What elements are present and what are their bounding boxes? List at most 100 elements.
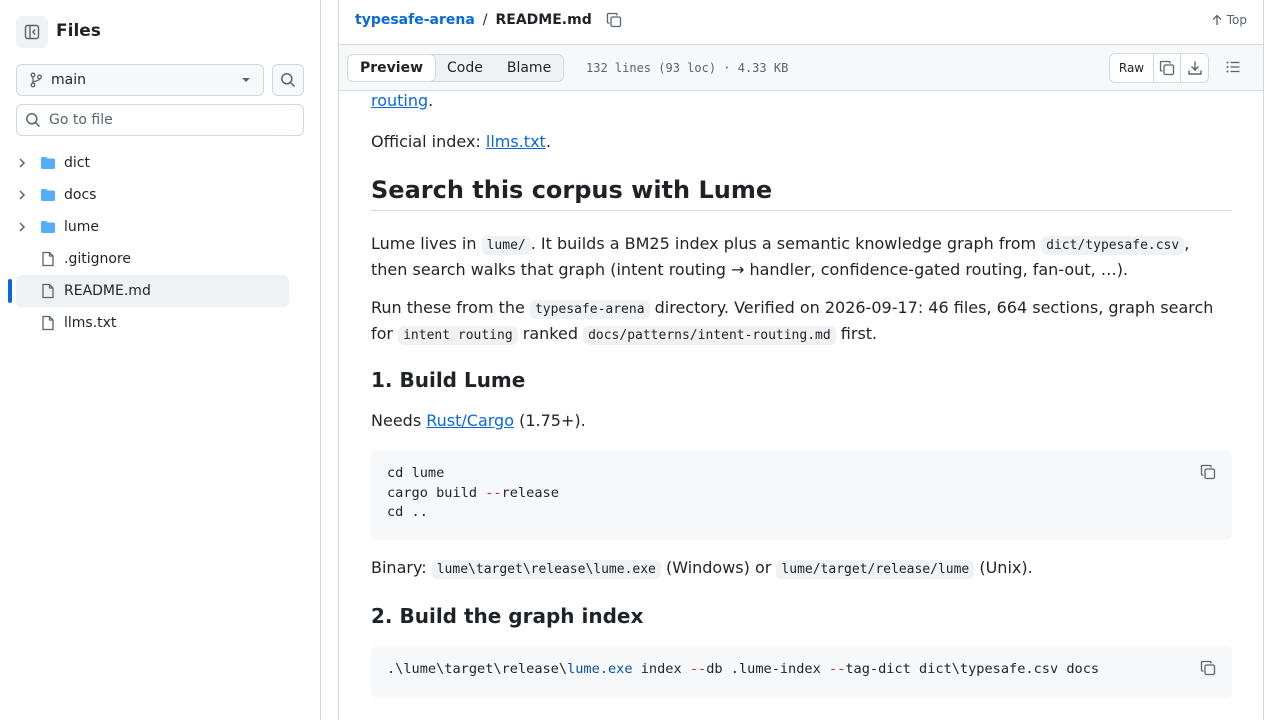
collapse-sidebar-button[interactable]: [16, 16, 48, 48]
inline-code: docs/patterns/intent-routing.md: [583, 326, 836, 345]
punctuation: .: [545, 132, 551, 151]
official-index-paragraph: Official index: llms.txt.: [371, 130, 551, 154]
breadcrumb-file: README.md: [495, 12, 592, 28]
code-token: index: [632, 661, 690, 677]
code-block-index: .\lume\target\release\lume.exe index --d…: [371, 646, 1232, 698]
code-line: cd lume: [387, 465, 445, 481]
copy-code-button[interactable]: [1200, 464, 1216, 487]
text: Needs: [371, 411, 427, 430]
breadcrumb: typesafe-arena / README.md: [355, 12, 622, 28]
llms-txt-link[interactable]: llms.txt: [486, 132, 546, 151]
list-unordered-icon: [1226, 61, 1240, 73]
sidebar-collapse-icon: [24, 24, 40, 40]
inline-code: typesafe-arena: [529, 300, 650, 319]
text: directory. Verified on 2026-09-17: 46 fi…: [649, 298, 1214, 317]
copy-icon: [1200, 464, 1216, 480]
search-files-button[interactable]: [272, 64, 304, 96]
subheading-build-graph-index: 2. Build the graph index: [371, 604, 644, 628]
readme-content: routing. Official index: llms.txt. Searc…: [371, 91, 1232, 720]
branch-name: main: [51, 72, 86, 88]
text: (1.75+).: [514, 411, 586, 430]
code-block-build: cd lume cargo build --release cd ..: [371, 450, 1232, 540]
folder-icon: [41, 157, 55, 169]
tree-item-label: dict: [64, 155, 90, 171]
tree-item-llms[interactable]: llms.txt: [0, 307, 321, 339]
text: Run these from the: [371, 298, 530, 317]
code-token: cargo build: [387, 484, 486, 501]
tree-item-gitignore[interactable]: .gitignore: [0, 243, 321, 275]
subheading-build-lume: 1. Build Lume: [371, 368, 526, 392]
copy-code-button[interactable]: [1200, 660, 1216, 683]
tree-item-label: .gitignore: [64, 251, 131, 267]
text: Official index:: [371, 132, 486, 151]
inline-code: lume/: [481, 236, 531, 255]
git-branch-icon: [30, 72, 42, 88]
chevron-right-icon[interactable]: [18, 157, 26, 169]
inline-code: intent routing: [398, 326, 518, 345]
tree-item-label: docs: [64, 187, 97, 203]
section-heading: Search this corpus with Lume: [371, 178, 1232, 211]
tree-item-label: llms.txt: [64, 315, 117, 331]
inline-code: lume\target\release\lume.exe: [431, 560, 661, 579]
text: first.: [835, 324, 878, 343]
tab-blame[interactable]: Blame: [495, 55, 563, 81]
text: . It builds a BM25 index plus a semantic…: [530, 234, 1042, 253]
folder-icon: [41, 189, 55, 201]
breadcrumb-separator: /: [482, 12, 488, 28]
branch-selector[interactable]: main: [16, 64, 264, 96]
code-token: --: [828, 661, 846, 677]
tree-item-docs[interactable]: docs: [0, 179, 321, 211]
tab-preview[interactable]: Preview: [347, 54, 437, 82]
outline-button[interactable]: [1225, 59, 1241, 79]
code-line: cd ..: [387, 504, 428, 520]
file-icon: [42, 283, 54, 299]
file-info: 132 lines (93 loc) · 4.33 KB: [586, 61, 789, 75]
file-tree: dict docs lume .gitignore README.md llms…: [0, 147, 321, 339]
tree-item-dict[interactable]: dict: [0, 147, 321, 179]
rust-cargo-link[interactable]: Rust/Cargo: [426, 411, 514, 430]
file-icon: [42, 315, 54, 331]
raw-button[interactable]: Raw: [1110, 54, 1154, 82]
text: ,: [1184, 234, 1190, 253]
text: for: [371, 324, 399, 343]
paragraph-lume-intro: Lume lives in lume/. It builds a BM25 in…: [371, 232, 1189, 282]
download-button[interactable]: [1181, 54, 1208, 82]
routing-link[interactable]: routing: [371, 91, 428, 110]
tree-item-readme[interactable]: README.md: [16, 275, 289, 307]
go-to-file-input[interactable]: [49, 112, 289, 128]
copy-path-button[interactable]: [606, 12, 622, 28]
text: ranked: [517, 324, 584, 343]
file-tree-sidebar: Files main dict docs lume .gitignore: [0, 0, 321, 720]
text: Lume lives in: [371, 234, 482, 253]
text: (Windows) or: [660, 558, 777, 577]
active-item-indicator: [8, 279, 12, 303]
inline-code: lume/target/release/lume: [776, 560, 975, 579]
search-icon: [26, 113, 41, 128]
chevron-right-icon[interactable]: [18, 189, 26, 201]
tab-code[interactable]: Code: [435, 55, 495, 81]
paragraph: routing.: [371, 91, 433, 113]
tree-item-label: lume: [64, 219, 100, 235]
text: (Unix).: [974, 558, 1033, 577]
go-to-file-field[interactable]: [16, 104, 304, 136]
copy-raw-button[interactable]: [1154, 54, 1181, 82]
code-token: release: [501, 484, 559, 501]
back-to-top-button[interactable]: Top: [1211, 13, 1247, 27]
text: then search walks that graph (intent rou…: [371, 260, 1129, 279]
download-icon: [1187, 61, 1202, 75]
inline-code: dict/typesafe.csv: [1041, 236, 1185, 255]
top-label: Top: [1226, 13, 1247, 27]
breadcrumb-repo-link[interactable]: typesafe-arena: [355, 12, 475, 28]
file-view: typesafe-arena / README.md Top Preview C…: [338, 0, 1264, 720]
code-token: --: [485, 484, 502, 501]
code-line: .\lume\target\release\lume.exe index --d…: [387, 660, 1216, 680]
code-token: tag-dict dict\typesafe.csv docs: [845, 661, 1100, 677]
code-token: db .lume-index: [706, 661, 829, 677]
paragraph-run-instructions: Run these from the typesafe-arena direct…: [371, 296, 1213, 348]
view-mode-tabs: Preview Code Blame: [347, 54, 565, 82]
code-line: cargo build --release: [387, 484, 1216, 504]
copy-icon: [606, 12, 621, 28]
tree-item-lume[interactable]: lume: [0, 211, 321, 243]
punctuation: .: [428, 91, 434, 110]
chevron-right-icon[interactable]: [18, 221, 26, 233]
